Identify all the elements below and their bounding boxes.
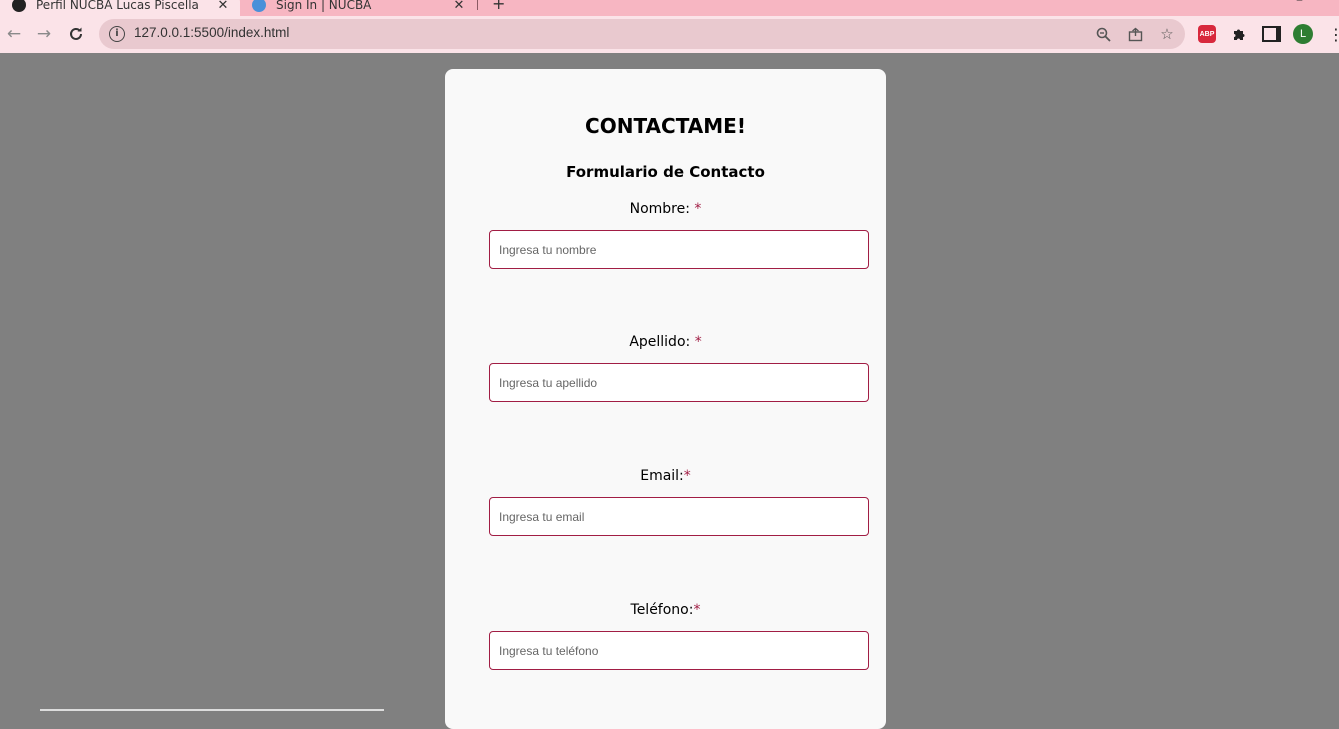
close-tab-icon[interactable]: ✕ bbox=[452, 0, 466, 13]
url-text[interactable]: 127.0.0.1:5500/index.html bbox=[134, 25, 289, 40]
email-label: Email:* bbox=[640, 468, 691, 484]
apellido-input[interactable] bbox=[489, 363, 869, 402]
email-input[interactable] bbox=[489, 497, 869, 536]
zoom-icon[interactable] bbox=[1092, 23, 1114, 45]
tab-divider bbox=[477, 0, 478, 10]
required-mark: * bbox=[683, 468, 691, 484]
extensions-puzzle-icon[interactable] bbox=[1227, 22, 1251, 46]
nombre-input[interactable] bbox=[489, 230, 869, 269]
required-mark: * bbox=[693, 602, 701, 618]
share-icon[interactable] bbox=[1124, 23, 1146, 45]
nombre-label: Nombre: * bbox=[629, 201, 702, 217]
new-tab-icon[interactable]: + bbox=[492, 0, 505, 13]
apellido-label: Apellido: * bbox=[629, 334, 702, 350]
tab-title: Perfil NUCBA Lucas Piscella bbox=[36, 0, 199, 12]
close-tab-icon[interactable]: ✕ bbox=[216, 0, 230, 13]
contact-card: CONTACTAME! Formulario de Contacto Nombr… bbox=[445, 69, 886, 729]
profile-avatar[interactable]: L bbox=[1291, 22, 1315, 46]
tab-perfil[interactable]: Perfil NUCBA Lucas Piscella ✕ bbox=[0, 0, 240, 16]
telefono-label: Teléfono:* bbox=[630, 602, 701, 618]
back-arrow-icon[interactable]: ← bbox=[2, 22, 26, 46]
browser-menu-icon[interactable]: ⋮ bbox=[1324, 22, 1339, 46]
required-mark: * bbox=[694, 334, 702, 350]
tab-sign-in[interactable]: Sign In | NUCBA ✕ bbox=[240, 0, 476, 16]
nucba-favicon-icon bbox=[252, 0, 266, 12]
bookmark-star-icon[interactable]: ☆ bbox=[1156, 23, 1178, 45]
page-title: CONTACTAME! bbox=[585, 114, 746, 138]
form-subtitle: Formulario de Contacto bbox=[566, 163, 765, 181]
tab-title: Sign In | NUCBA bbox=[276, 0, 372, 12]
forward-arrow-icon[interactable]: → bbox=[32, 22, 56, 46]
address-bar[interactable]: i 127.0.0.1:5500/index.html ☆ bbox=[99, 19, 1185, 49]
minimize-icon[interactable]: – bbox=[1296, 0, 1325, 8]
required-mark: * bbox=[694, 201, 702, 217]
tab-strip: Perfil NUCBA Lucas Piscella ✕ Sign In | … bbox=[0, 0, 1339, 16]
telefono-input[interactable] bbox=[489, 631, 869, 670]
site-info-icon[interactable]: i bbox=[109, 26, 125, 42]
side-panel-icon[interactable] bbox=[1259, 22, 1283, 46]
reload-icon[interactable] bbox=[64, 22, 88, 46]
github-favicon-icon bbox=[12, 0, 26, 12]
adblock-plus-icon[interactable]: ABP bbox=[1195, 22, 1219, 46]
browser-toolbar: ← → i 127.0.0.1:5500/index.html ☆ ABP L … bbox=[0, 16, 1339, 53]
